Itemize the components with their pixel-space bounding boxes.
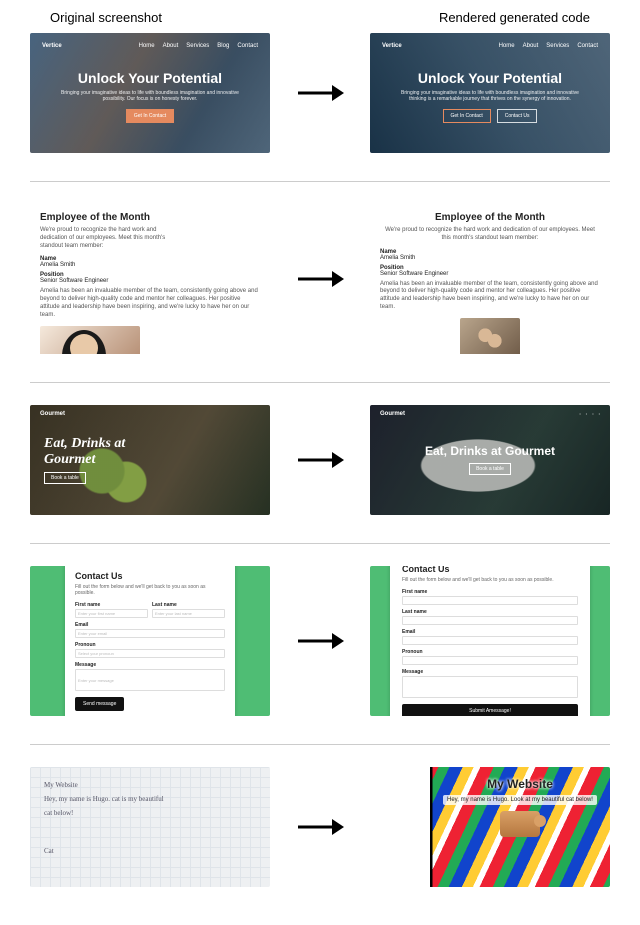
pronoun-select[interactable]: Select your pronoun: [75, 649, 225, 658]
label: Pronoun: [402, 649, 578, 655]
message-input[interactable]: Enter your message: [75, 669, 225, 691]
divider: [30, 744, 610, 745]
example-row-4: Contact Us Fill out the form below and w…: [30, 566, 610, 716]
pronoun-select[interactable]: [402, 656, 578, 665]
employee-photo: [40, 326, 140, 354]
sketch-line: cat below!: [44, 809, 256, 817]
example-row-3: Gourmet Eat, Drinks at Gourmet Book a ta…: [30, 405, 610, 515]
message-input[interactable]: [402, 676, 578, 698]
ex1-title: Unlock Your Potential: [78, 70, 222, 86]
ex1-cta2[interactable]: Contact Us: [497, 109, 538, 123]
label: Email: [402, 629, 578, 635]
header-left: Original screenshot: [50, 10, 162, 25]
ex3-cta[interactable]: Book a table: [44, 472, 86, 484]
arrow-icon: [290, 815, 350, 839]
employee-photo: [460, 318, 520, 354]
label: Message: [75, 662, 225, 668]
ex3-brand: Gourmet: [40, 411, 65, 417]
cat-image: [500, 811, 540, 837]
ex2-title: Employee of the Month: [40, 212, 260, 223]
ex2-name-value: Amelia Smith: [40, 262, 260, 268]
ex4-title: Contact Us: [75, 571, 225, 581]
arrow-icon: [290, 448, 350, 472]
ex3-original: Gourmet Eat, Drinks at Gourmet Book a ta…: [30, 405, 270, 515]
ex2-rendered: Employee of the Month We're proud to rec…: [370, 204, 610, 354]
ex2-pos-value: Senior Software Engineer: [40, 278, 260, 284]
ex2-lead: We're proud to recognize the hard work a…: [380, 227, 600, 243]
ex2-title: Employee of the Month: [380, 212, 600, 223]
last-name-input[interactable]: Enter your last name: [152, 609, 225, 618]
ex1-title: Unlock Your Potential: [418, 70, 562, 86]
sketch-cat-label: Cat: [44, 847, 256, 855]
ex4-title: Contact Us: [402, 566, 578, 574]
ex1-rendered: Vertice Home About Services Contact Unlo…: [370, 33, 610, 153]
ex1-cta[interactable]: Get In Contact: [126, 109, 174, 123]
email-input[interactable]: Enter your email: [75, 629, 225, 638]
ex2-original: Employee of the Month We're proud to rec…: [30, 204, 270, 354]
last-name-input[interactable]: [402, 616, 578, 625]
ex5-rendered: My Website Hey, my name is Hugo. Look at…: [370, 767, 610, 887]
email-input[interactable]: [402, 636, 578, 645]
figure: Original screenshot Rendered generated c…: [0, 0, 640, 925]
example-row-5: My Website Hey, my name is Hugo. cat is …: [30, 767, 610, 887]
arrow-icon: [290, 81, 350, 105]
ex2-desc: Amelia has been an invaluable member of …: [40, 288, 260, 319]
label: Message: [402, 669, 578, 675]
ex4-rendered: Contact Us Fill out the form below and w…: [370, 566, 610, 716]
ex1-subtitle: Bringing your imaginative ideas to life …: [60, 90, 240, 103]
ex3-title: Eat, Drinks at Gourmet: [425, 445, 555, 458]
ex4-sub: Fill out the form below and we'll get ba…: [75, 584, 225, 596]
ex3-cta[interactable]: Book a table: [469, 463, 511, 475]
ex2-desc: Amelia has been an invaluable member of …: [380, 281, 600, 312]
label: Pronoun: [75, 642, 225, 648]
header-right: Rendered generated code: [439, 10, 590, 25]
ex4-original: Contact Us Fill out the form below and w…: [30, 566, 270, 716]
divider: [30, 543, 610, 544]
label: Last name: [402, 609, 578, 615]
ex2-pos-value: Senior Software Engineer: [380, 271, 600, 277]
label: First name: [402, 589, 578, 595]
label: First name: [75, 602, 148, 608]
ex3-brand: Gourmet: [380, 411, 405, 417]
ex5-original: My Website Hey, my name is Hugo. cat is …: [30, 767, 270, 887]
ex5-title: My Website: [487, 777, 553, 791]
sketch-line: Hey, my name is Hugo. cat is my beautifu…: [44, 795, 256, 803]
sketch-title: My Website: [44, 781, 256, 789]
ex3-rendered: Gourmet •••• Eat, Drinks at Gourmet Book…: [370, 405, 610, 515]
ex2-name-value: Amelia Smith: [380, 255, 600, 261]
submit-button[interactable]: Send message: [75, 697, 124, 711]
sidebar: [370, 767, 430, 887]
ex1-original: Vertice Home About Services Blog Contact…: [30, 33, 270, 153]
ex3-nav: ••••: [579, 411, 600, 416]
example-row-1: Vertice Home About Services Blog Contact…: [30, 33, 610, 153]
ex1-cta1[interactable]: Get In Contact: [443, 109, 491, 123]
ex4-sub: Fill out the form below and we'll get ba…: [402, 577, 578, 583]
first-name-input[interactable]: [402, 596, 578, 605]
submit-button[interactable]: Submit Amessage!: [402, 704, 578, 716]
arrow-icon: [290, 267, 350, 291]
divider: [30, 382, 610, 383]
ex5-text: Hey, my name is Hugo. Look at my beautif…: [443, 795, 597, 805]
divider: [30, 181, 610, 182]
example-row-2: Employee of the Month We're proud to rec…: [30, 204, 610, 354]
arrow-icon: [290, 629, 350, 653]
ex1-subtitle: Bringing your imaginative ideas to life …: [400, 90, 580, 103]
label: Last name: [152, 602, 225, 608]
ex3-title: Eat, Drinks at Gourmet: [44, 436, 164, 467]
label: Email: [75, 622, 225, 628]
column-headers: Original screenshot Rendered generated c…: [30, 10, 610, 33]
ex2-lead: We're proud to recognize the hard work a…: [40, 227, 180, 250]
first-name-input[interactable]: Enter your first name: [75, 609, 148, 618]
